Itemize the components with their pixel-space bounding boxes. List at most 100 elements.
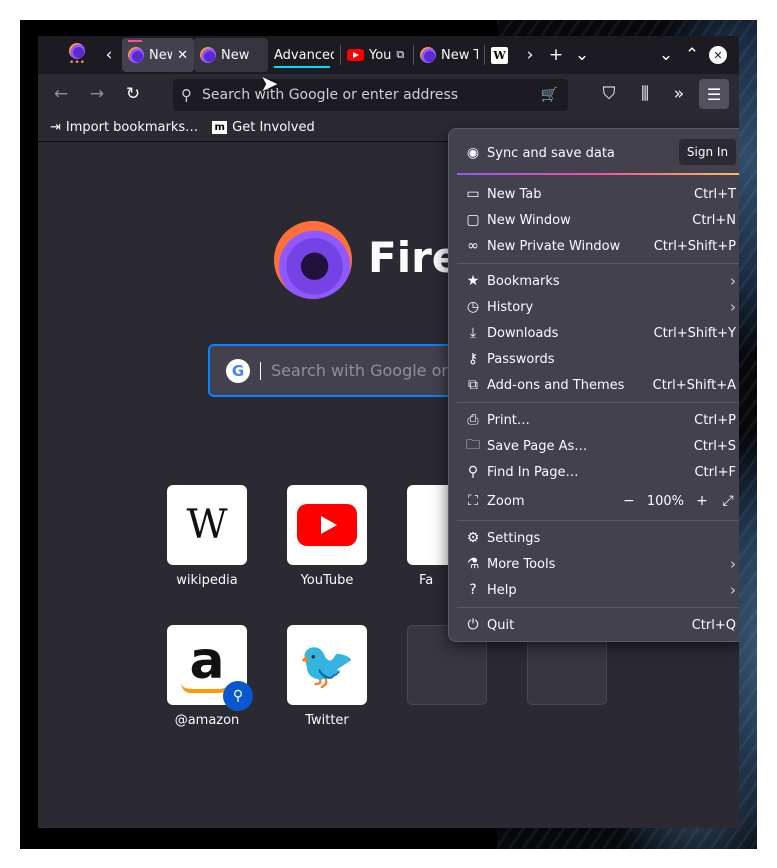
minimize-button[interactable]: ⌄ (653, 41, 679, 69)
tab-new-tab-2[interactable]: New (194, 38, 268, 72)
scroll-tabs-left-button[interactable]: ‹ (96, 41, 122, 69)
pocket-button[interactable]: ⛉ (594, 79, 624, 109)
menu-item-label: Downloads (487, 325, 559, 341)
menu-separator (457, 520, 739, 521)
chevron-double-right-icon: » (673, 84, 685, 104)
top-site-label: @amazon (174, 713, 240, 728)
menu-item-label: Add-ons and Themes (487, 377, 625, 393)
menu-item-new-tab[interactable]: ▭ New Tab Ctrl+T (457, 181, 739, 207)
top-site-youtube[interactable]: YouTube (287, 485, 367, 588)
sign-in-button[interactable]: Sign In (679, 139, 736, 165)
menu-item-label: New Tab (487, 186, 542, 202)
search-shortcut-icon: ⚲ (223, 681, 253, 711)
more-tools-overflow-button[interactable]: » (664, 79, 694, 109)
tab-new-tab-1[interactable]: New ✕ (122, 38, 194, 72)
search-icon: ⚲ (181, 86, 192, 104)
scroll-tabs-right-button[interactable]: › (517, 41, 543, 69)
wikipedia-icon: W (491, 46, 508, 64)
menu-item-label: Find In Page… (487, 464, 579, 480)
menu-item-passwords[interactable]: ⚷ Passwords (457, 346, 739, 372)
menu-item-label: Help (487, 582, 517, 598)
zoom-controls: − 100% + ⤢ (621, 493, 736, 509)
firefox-icon (200, 47, 216, 63)
hamburger-menu-icon: ☰ (706, 84, 722, 104)
private-mask-icon: ∞ (467, 238, 479, 254)
tab-new-tab-3[interactable]: New T (414, 38, 484, 72)
menu-item-history[interactable]: ◷ History › (457, 294, 739, 320)
top-site-twitter[interactable]: 🐦 Twitter (287, 625, 367, 728)
top-site-thumbnail (287, 485, 367, 565)
flask-icon: ⚗ (466, 556, 480, 572)
navigation-toolbar: ← → ↻ ⚲ Search with Google or enter addr… (38, 74, 739, 114)
new-tab-button[interactable]: + (543, 41, 569, 69)
maximize-button[interactable]: ⌃ (679, 41, 705, 69)
firefox-icon (420, 47, 436, 63)
menu-item-downloads[interactable]: ⤓ Downloads Ctrl+Shift+Y (457, 320, 739, 346)
url-placeholder: Search with Google or enter address (202, 87, 459, 103)
firefox-wordmark: Fire (368, 233, 461, 282)
close-window-button[interactable]: ✕ (705, 41, 731, 69)
firefox-icon (128, 47, 144, 63)
menu-item-label: New Private Window (487, 238, 621, 254)
tab-strip: ••• ‹ New ✕ New Advanced You ⧉ New T W ›… (38, 36, 739, 74)
chevron-right-icon: › (730, 298, 736, 316)
tab-advanced[interactable]: Advanced (268, 38, 340, 72)
pocket-icon: ⛉ (602, 84, 616, 104)
menu-item-save-page[interactable]: 🗀 Save Page As… Ctrl+S (457, 433, 739, 459)
fullscreen-icon[interactable]: ⤢ (720, 493, 736, 509)
top-site-label: wikipedia (176, 573, 238, 588)
tab-label: New (149, 47, 173, 63)
menu-item-print[interactable]: ⎙ Print… Ctrl+P (457, 407, 739, 433)
menu-item-shortcut: Ctrl+F (694, 464, 736, 480)
zoom-out-button[interactable]: − (621, 493, 637, 509)
forward-button[interactable]: → (82, 79, 112, 109)
zoom-in-button[interactable]: + (694, 493, 710, 509)
menu-item-more-tools[interactable]: ⚗ More Tools › (457, 551, 739, 577)
close-tab-icon[interactable]: ✕ (177, 48, 188, 63)
menu-item-quit[interactable]: ⏻ Quit Ctrl+Q (457, 612, 739, 638)
list-all-tabs-button[interactable]: ⌄ (569, 41, 595, 69)
top-site-wikipedia[interactable]: W wikipedia (167, 485, 247, 588)
menu-item-label: Save Page As… (487, 438, 588, 454)
menu-separator (457, 607, 739, 608)
bookmark-import[interactable]: ⇥ Import bookmarks… (50, 120, 198, 135)
menu-item-new-window[interactable]: ▢ New Window Ctrl+N (457, 207, 739, 233)
bookmark-label: Import bookmarks… (65, 120, 199, 135)
amazon-smile-icon (181, 683, 229, 693)
tab-wikipedia[interactable]: W (485, 38, 517, 72)
zoom-level[interactable]: 100% (647, 494, 684, 509)
app-menu-button[interactable]: ☰ (699, 79, 729, 109)
menu-separator (457, 402, 739, 403)
url-bar[interactable]: ⚲ Search with Google or enter address 🛒 (173, 79, 568, 111)
reload-button[interactable]: ↻ (118, 79, 148, 109)
library-button[interactable]: ⫼ (630, 79, 660, 109)
menu-item-help[interactable]: ? Help › (457, 577, 739, 603)
menu-item-settings[interactable]: ⚙ Settings (457, 525, 739, 551)
firefox-logo-icon (274, 221, 352, 299)
chevron-right-icon: › (730, 581, 736, 599)
new-tab-icon: ▭ (466, 186, 480, 202)
top-site-thumbnail: W (167, 485, 247, 565)
menu-item-addons[interactable]: ⧉ Add-ons and Themes Ctrl+Shift+A (457, 372, 739, 398)
menu-item-label: Bookmarks (487, 273, 560, 289)
shopping-cart-icon[interactable]: 🛒 (541, 87, 558, 103)
menu-item-new-private-window[interactable]: ∞ New Private Window Ctrl+Shift+P (457, 233, 739, 259)
menu-item-find-in-page[interactable]: ⚲ Find In Page… Ctrl+F (457, 459, 739, 485)
menu-item-label: Print… (487, 412, 530, 428)
search-icon: ⚲ (467, 464, 479, 480)
twitter-bird-icon: 🐦 (298, 637, 356, 692)
picture-in-picture-icon[interactable]: ⧉ (396, 48, 404, 62)
help-icon: ? (469, 582, 477, 598)
mouse-cursor-icon: ➤ (260, 72, 279, 97)
bookmark-get-involved[interactable]: m Get Involved (212, 120, 315, 135)
audio-tab[interactable]: ••• (58, 43, 96, 68)
back-button[interactable]: ← (46, 79, 76, 109)
menu-item-label: Zoom (487, 493, 525, 509)
menu-item-shortcut: Ctrl+Q (691, 617, 736, 633)
tab-youtube[interactable]: You ⧉ (341, 38, 413, 72)
account-divider (457, 173, 739, 175)
top-site-amazon[interactable]: a ⚲ @amazon (167, 625, 253, 728)
menu-item-bookmarks[interactable]: ★ Bookmarks › (457, 268, 739, 294)
screenshot-frame: ••• ‹ New ✕ New Advanced You ⧉ New T W ›… (20, 20, 757, 849)
printer-icon: ⎙ (467, 412, 479, 428)
